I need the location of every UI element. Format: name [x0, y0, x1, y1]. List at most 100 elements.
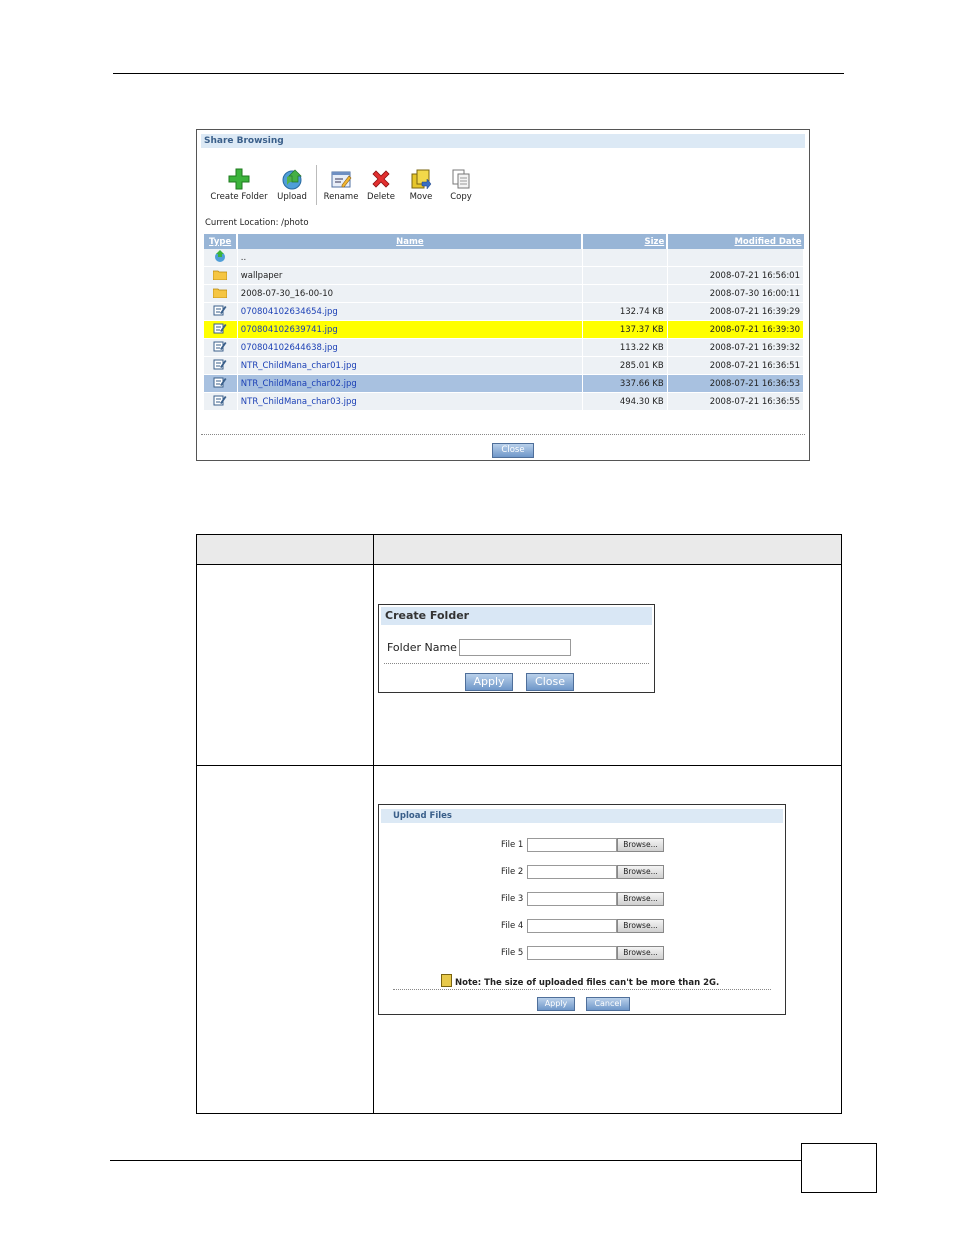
- upload-files-dialog: Upload Files File 1 Browse... File 2 Browse…: [378, 804, 786, 1015]
- current-location: Current Location: /photo: [205, 218, 309, 228]
- table-row[interactable]: NTR_ChildMana_char02.jpg 337.66 KB 2008-07…: [204, 374, 805, 393]
- file-name[interactable]: NTR_ChildMana_char03.jpg: [237, 392, 583, 411]
- file-name[interactable]: NTR_ChildMana_char01.jpg: [237, 356, 583, 375]
- toolbar-divider: [316, 165, 317, 205]
- table-row[interactable]: ..: [204, 249, 805, 267]
- rename-icon: [330, 168, 352, 190]
- table-row[interactable]: 2008-07-30_16-00-10 2008-07-30 16:00:11: [204, 284, 805, 303]
- modified-date: 2008-07-21 16:36:53: [667, 374, 805, 393]
- modified-date: 2008-07-21 16:39:30: [667, 320, 805, 339]
- table-row[interactable]: NTR_ChildMana_char01.jpg 285.01 KB 2008-07…: [204, 356, 805, 375]
- file-edit-icon: [213, 305, 227, 316]
- browse-button[interactable]: Browse...: [617, 892, 664, 906]
- row1-label-cell: [196, 564, 374, 766]
- panel-divider: [201, 434, 805, 435]
- note-icon: [441, 974, 452, 987]
- modified-date: 2008-07-21 16:39:32: [667, 338, 805, 357]
- column-modified-date[interactable]: Modified Date: [667, 234, 804, 249]
- folder-name-label: Folder Name: [387, 641, 457, 654]
- upload-files-title: Upload Files: [381, 809, 783, 823]
- upload-button[interactable]: Upload: [275, 168, 309, 202]
- file-edit-icon: [213, 341, 227, 352]
- file-name[interactable]: ..: [237, 249, 583, 267]
- globe-upload-icon: [281, 168, 303, 190]
- browse-button[interactable]: Browse...: [617, 838, 664, 852]
- upload-note: Note: The size of uploaded files can't b…: [441, 974, 719, 988]
- file-size: 337.66 KB: [582, 374, 668, 393]
- file-path-input[interactable]: [527, 892, 617, 906]
- file-size: [582, 249, 668, 267]
- browse-button[interactable]: Browse...: [617, 865, 664, 879]
- type-cell: [204, 374, 238, 393]
- modified-date: 2008-07-30 16:00:11: [667, 284, 805, 303]
- upload-cancel-button[interactable]: Cancel: [586, 997, 630, 1011]
- folder-icon: [212, 270, 228, 280]
- close-button[interactable]: Close: [492, 443, 534, 458]
- rename-button[interactable]: Rename: [321, 168, 361, 202]
- file-label: File 3: [501, 894, 524, 904]
- folder-name-input[interactable]: [459, 639, 571, 656]
- file-path-input[interactable]: [527, 838, 617, 852]
- file-size: 132.74 KB: [582, 302, 668, 321]
- delete-button[interactable]: Delete: [363, 168, 399, 202]
- file-size: 137.37 KB: [582, 320, 668, 339]
- create-folder-label: Create Folder: [210, 192, 268, 202]
- file-path-input[interactable]: [527, 946, 617, 960]
- apply-button[interactable]: Apply: [465, 673, 513, 691]
- file-size: [582, 266, 668, 285]
- file-label: File 1: [501, 840, 524, 850]
- move-label: Move: [409, 192, 433, 202]
- file-name[interactable]: 070804102644638.jpg: [237, 338, 583, 357]
- delete-x-icon: [370, 168, 392, 190]
- file-edit-icon: [213, 323, 227, 334]
- file-name[interactable]: wallpaper: [237, 266, 583, 285]
- file-path-input[interactable]: [527, 865, 617, 879]
- file-table: Type Name Size Modified Date .. wallpaper…: [204, 234, 805, 411]
- parent-folder-icon: [215, 250, 226, 262]
- modified-date: 2008-07-21 16:36:55: [667, 392, 805, 411]
- file-edit-icon: [213, 377, 227, 388]
- move-icon: [410, 168, 432, 190]
- close-dialog-button[interactable]: Close: [526, 673, 574, 691]
- footer-rule: [110, 1160, 802, 1161]
- upload-apply-button[interactable]: Apply: [537, 997, 575, 1011]
- upload-note-text: Note: The size of uploaded files can't b…: [455, 978, 720, 988]
- table-row[interactable]: 070804102634654.jpg 132.74 KB 2008-07-21 1…: [204, 302, 805, 321]
- file-name[interactable]: 070804102639741.jpg: [237, 320, 583, 339]
- type-cell: [204, 249, 238, 267]
- file-name[interactable]: NTR_ChildMana_char02.jpg: [237, 374, 583, 393]
- copy-button[interactable]: Copy: [445, 168, 477, 202]
- file-path-input[interactable]: [527, 919, 617, 933]
- file-name[interactable]: 070804102634654.jpg: [237, 302, 583, 321]
- table-row[interactable]: 070804102644638.jpg 113.22 KB 2008-07-21 1…: [204, 338, 805, 357]
- modified-date: 2008-07-21 16:56:01: [667, 266, 805, 285]
- column-size[interactable]: Size: [582, 234, 669, 249]
- folder-icon: [212, 288, 228, 298]
- type-cell: [204, 284, 238, 303]
- share-browsing-panel: Share Browsing Create Folder Upload Rena…: [196, 129, 810, 461]
- upload-label: Upload: [277, 192, 307, 202]
- table-header-left: [196, 534, 374, 565]
- file-size: [582, 284, 668, 303]
- create-folder-button[interactable]: Create Folder: [207, 168, 271, 202]
- browse-button[interactable]: Browse...: [617, 919, 664, 933]
- table-row[interactable]: wallpaper 2008-07-21 16:56:01: [204, 266, 805, 285]
- type-cell: [204, 302, 238, 321]
- file-label: File 4: [501, 921, 524, 931]
- file-name[interactable]: 2008-07-30_16-00-10: [237, 284, 583, 303]
- plus-icon: [228, 168, 250, 190]
- page-number-box: [801, 1143, 877, 1193]
- create-folder-divider: [384, 663, 649, 664]
- column-type[interactable]: Type: [204, 234, 239, 249]
- header-rule: [113, 73, 844, 74]
- type-cell: [204, 392, 238, 411]
- table-row[interactable]: 070804102639741.jpg 137.37 KB 2008-07-21 1…: [204, 320, 805, 339]
- modified-date: 2008-07-21 16:36:51: [667, 356, 805, 375]
- type-cell: [204, 338, 238, 357]
- row2-label-cell: [196, 765, 374, 1114]
- move-button[interactable]: Move: [405, 168, 437, 202]
- table-row[interactable]: NTR_ChildMana_char03.jpg 494.30 KB 2008-07…: [204, 392, 805, 411]
- browse-button[interactable]: Browse...: [617, 946, 664, 960]
- column-name[interactable]: Name: [237, 234, 584, 249]
- file-size: 285.01 KB: [582, 356, 668, 375]
